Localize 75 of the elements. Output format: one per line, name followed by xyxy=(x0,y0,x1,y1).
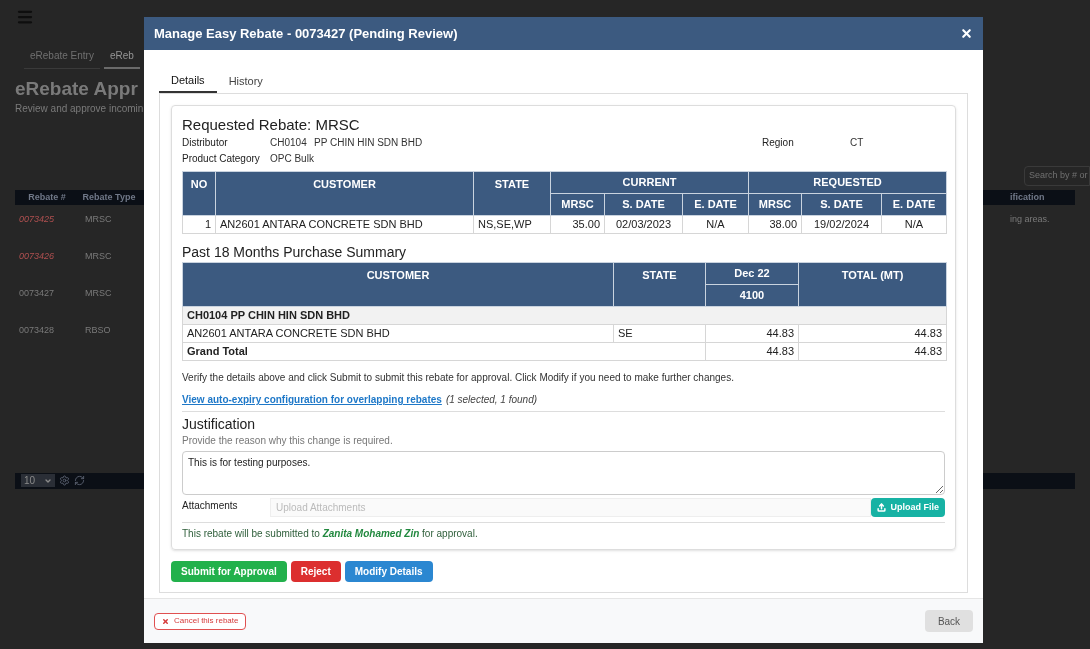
modal-title: Manage Easy Rebate - 0073427 (Pending Review) xyxy=(154,24,458,43)
table-cell: N/A xyxy=(682,215,749,234)
rebate-type: RBSO xyxy=(85,324,111,335)
action-button[interactable]: Reject xyxy=(290,561,341,582)
settings-icon[interactable] xyxy=(59,475,70,487)
table-cell: AN2601 ANTARA CONCRETE SDN BHD xyxy=(182,324,614,343)
table-cell: 19/02/2024 xyxy=(801,215,882,234)
rebate-number[interactable]: 0073426 xyxy=(19,250,55,261)
table-cell: NS,SE,WP xyxy=(473,215,551,234)
page-tab[interactable]: eRebate Entry xyxy=(24,48,100,69)
approver-note: This rebate will be submitted to Zanita Mohamed Zin for approval. xyxy=(182,522,945,541)
refresh-icon[interactable] xyxy=(74,475,85,487)
column-header: Rebate Type xyxy=(81,190,137,204)
back-button[interactable]: Back xyxy=(925,610,973,632)
field-label: Attachments xyxy=(182,499,239,513)
field-value: OPC Bulk xyxy=(270,152,314,166)
table-cell: 38.00 xyxy=(748,215,802,234)
distributor-code: CH0104 xyxy=(270,136,308,150)
field-label: Region xyxy=(762,136,795,150)
expiry-config-link[interactable]: View auto-expiry configuration for overlapping rebates xyxy=(182,392,442,407)
column-header: CUSTOMER xyxy=(182,262,614,307)
field-hint: Provide the reason why this change is required. xyxy=(182,434,394,448)
table-cell: SE xyxy=(613,324,706,343)
distributor-name: PP CHIN HIN SDN BHD xyxy=(314,136,424,150)
table-cell: 35.00 xyxy=(550,215,605,234)
rebate-type: MRSC xyxy=(85,213,112,224)
column-header: TOTAL (MT) xyxy=(798,262,947,307)
table-cell: N/A xyxy=(881,215,947,234)
page-subtitle: Review and approve incomin xyxy=(15,101,144,116)
column-header: REQUESTED xyxy=(748,171,947,194)
upload-file-button[interactable]: Upload File xyxy=(871,498,945,517)
rebate-type: MRSC xyxy=(85,250,112,261)
table-cell: 02/03/2023 xyxy=(604,215,683,234)
column-header: NO xyxy=(182,171,216,216)
instruction-text: Verify the details above and click Submit to submit this rebate for approval. Click Modify if you need to make further changes. xyxy=(182,371,735,385)
table-cell: Grand Total xyxy=(182,342,706,361)
page-size-select[interactable]: 10 xyxy=(21,474,55,488)
column-header: Dec 22 xyxy=(705,262,799,285)
section-heading: Past 18 Months Purchase Summary xyxy=(182,243,408,262)
table-cell: 1 xyxy=(182,215,216,234)
action-button[interactable]: Modify Details xyxy=(344,561,433,582)
column-header: CURRENT xyxy=(550,171,749,194)
table-cell: 44.83 xyxy=(705,324,799,343)
section-heading: Requested Rebate: MRSC xyxy=(182,115,361,134)
search-field[interactable]: Search by # or xyxy=(1024,165,1090,186)
upload-icon xyxy=(877,503,887,512)
justification-field[interactable]: This is for testing purposes. xyxy=(182,451,945,495)
column-header: ification xyxy=(1010,190,1046,204)
column-header: Rebate # xyxy=(27,190,67,204)
rebate-number[interactable]: 0073428 xyxy=(19,324,55,335)
section-heading: Justification xyxy=(182,415,257,433)
field-value: CT xyxy=(850,136,864,150)
modal-tab[interactable]: History xyxy=(216,70,275,93)
modal-tab[interactable]: Details xyxy=(159,70,217,93)
table-cell: 44.83 xyxy=(798,342,947,361)
field-label: Distributor xyxy=(182,136,229,150)
page-title: eRebate Appr xyxy=(15,77,138,101)
attachment-field[interactable]: Upload Attachments xyxy=(270,498,872,517)
rebate-type: MRSC xyxy=(85,287,112,298)
table-cell: ing areas. xyxy=(1010,213,1050,224)
cancel-rebate-button[interactable]: Cancel this rebate xyxy=(154,612,247,630)
rebate-number[interactable]: 0073425 xyxy=(19,213,55,224)
selection-count: (1 selected, 1 found) xyxy=(445,393,538,407)
column-header: STATE xyxy=(613,262,706,307)
column-header: STATE xyxy=(473,171,551,216)
column-header: CUSTOMER xyxy=(215,171,474,216)
rebate-number[interactable]: 0073427 xyxy=(19,287,55,298)
table-cell: 44.83 xyxy=(798,324,947,343)
table-cell: AN2601 ANTARA CONCRETE SDN BHD xyxy=(215,215,474,234)
close-icon[interactable] xyxy=(960,27,973,40)
action-button[interactable]: Submit for Approval xyxy=(171,561,287,582)
cancel-icon xyxy=(162,617,169,625)
field-label: Product Category xyxy=(182,152,261,166)
page-tab[interactable]: eReb xyxy=(103,48,140,69)
table-cell: 44.83 xyxy=(705,342,799,361)
